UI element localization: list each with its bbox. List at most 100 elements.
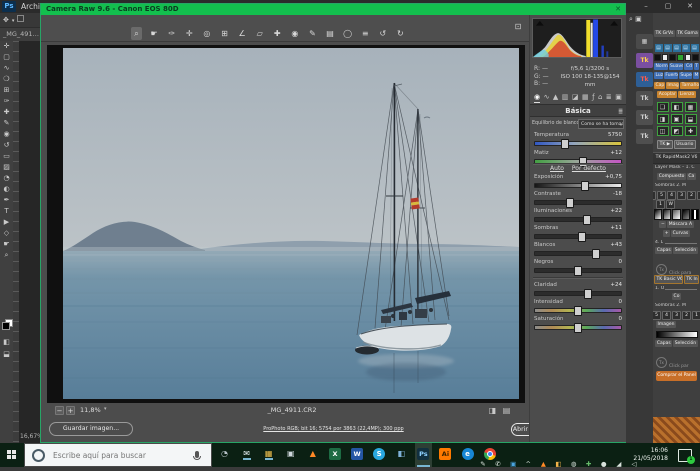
tk-blend-button[interactable]: Luz <box>654 72 663 79</box>
photoshop-tool-icon[interactable]: ✛ <box>0 41 13 52</box>
tk-basic-tab[interactable]: TK In <box>684 275 699 284</box>
tk-brush-icon[interactable] <box>669 54 676 61</box>
taskbar-app-icon[interactable]: ▦ <box>263 448 275 460</box>
photoshop-tool-icon[interactable]: ⊞ <box>0 85 13 96</box>
camera-raw-tool-icon[interactable]: ▱ <box>254 27 265 40</box>
dock-panel-icon[interactable]: ▦ <box>636 34 653 49</box>
zoom-out-button[interactable]: − <box>55 406 64 415</box>
quick-mask-icon[interactable]: ◧ <box>0 337 13 348</box>
tk-basic-slider[interactable] <box>665 289 697 290</box>
slider-track[interactable] <box>534 217 622 222</box>
taskbar-app-icon[interactable]: ✉ <box>241 448 253 460</box>
camera-raw-tool-icon[interactable]: ⌕ <box>131 27 142 40</box>
tk-user-button[interactable]: TK ▶ <box>657 140 673 149</box>
tk-grid-button[interactable]: ⬓ <box>685 114 697 124</box>
close-button[interactable]: ✕ <box>682 0 698 12</box>
photoshop-tool-icon[interactable]: ✚ <box>0 107 13 118</box>
camera-raw-tool-icon[interactable]: ◎ <box>201 27 212 40</box>
tk-blend-button[interactable]: Norm <box>654 63 668 70</box>
taskbar-app[interactable]: W <box>349 443 366 467</box>
taskbar-app[interactable]: ▦ <box>260 443 277 467</box>
photoshop-tool-icon[interactable]: ◇ <box>0 228 13 239</box>
photoshop-tool-icon[interactable]: ◐ <box>0 184 13 195</box>
tk-tab[interactable]: TK GrVs <box>654 30 675 37</box>
panel-tab-icon[interactable]: ◉ <box>534 91 540 103</box>
taskbar-search[interactable] <box>24 443 212 467</box>
panel-tab-icon[interactable]: ƒ <box>592 91 594 103</box>
camera-raw-tool-icon[interactable]: ⊞ <box>219 27 230 40</box>
dock-panel-icon[interactable]: Tk <box>636 91 653 106</box>
tk-basic-level-button[interactable]: 3 <box>672 311 681 320</box>
slider-track[interactable] <box>534 308 622 313</box>
tk-basic-level-button[interactable]: 2 <box>682 311 691 320</box>
slider-thumb[interactable] <box>592 249 600 259</box>
tk-extra-button[interactable]: W <box>666 200 675 209</box>
taskbar-app-icon[interactable]: e <box>462 448 474 460</box>
slider-track[interactable] <box>534 251 622 256</box>
tk-user-button[interactable]: Usuario <box>674 140 696 149</box>
default-link[interactable]: Por defecto <box>572 165 606 172</box>
dock-panel-icon[interactable]: Tk <box>636 53 653 68</box>
taskbar-app-icon[interactable]: S <box>373 448 385 460</box>
minimize-button[interactable]: – <box>638 0 654 12</box>
tk-mask-thumbnail[interactable] <box>672 209 680 220</box>
slider-track[interactable] <box>534 234 622 239</box>
tk-file-icon[interactable]: ▤ <box>664 44 672 52</box>
photoshop-tool-icon[interactable]: ▢ <box>0 52 13 63</box>
taskbar-app-icon[interactable]: W <box>351 448 363 460</box>
slider-track[interactable] <box>534 200 622 205</box>
tk-grid-button[interactable]: ◧ <box>671 102 683 112</box>
tk-image-button[interactable]: Imagen <box>656 321 676 328</box>
foreground-color-swatch[interactable] <box>2 322 10 330</box>
tk-brush-icon[interactable] <box>654 54 661 61</box>
taskbar-app[interactable]: ▲ <box>304 443 321 467</box>
document-tab[interactable]: _MG_491… <box>0 28 40 41</box>
photoshop-tool-icon[interactable]: ▨ <box>0 162 13 173</box>
tk-modify-button[interactable]: − <box>659 221 666 228</box>
fullscreen-toggle-icon[interactable]: ⊡ <box>512 21 524 33</box>
zoom-in-button[interactable]: + <box>66 406 75 415</box>
panel-tab-icon[interactable]: ≣ <box>606 91 612 103</box>
photoshop-tool-icon[interactable]: ⌕ <box>0 250 13 261</box>
tk-blend-button[interactable]: Cd <box>684 63 692 70</box>
taskbar-app[interactable]: Ai <box>437 443 454 467</box>
slider-track[interactable] <box>534 183 622 188</box>
taskbar-app-icon[interactable]: Ps <box>417 448 429 460</box>
photoshop-tool-icon[interactable]: ✎ <box>0 118 13 129</box>
photoshop-tool-icon[interactable]: ✑ <box>0 96 13 107</box>
tk-blend-button[interactable]: Fuerte <box>664 72 678 79</box>
tk-brush-icon[interactable] <box>662 54 669 61</box>
panel-tab-icon[interactable]: ▦ <box>582 91 589 103</box>
tk-action-button[interactable]: Tamaño <box>680 82 699 89</box>
tk-grid-button[interactable]: ❏ <box>657 102 669 112</box>
auto-link[interactable]: Auto <box>550 165 564 172</box>
start-button[interactable] <box>0 443 24 467</box>
tk-mask-level-button[interactable]: 2 <box>687 191 696 200</box>
taskbar-app[interactable]: X <box>326 443 343 467</box>
tk-action-button[interactable]: Acoplar <box>657 91 677 98</box>
tk-tab[interactable]: TK Gama <box>676 30 699 37</box>
slider-track[interactable] <box>534 325 622 330</box>
dock-panel-icon[interactable]: Tk <box>636 129 653 144</box>
tk-source-button[interactable]: Ca <box>687 173 696 180</box>
taskbar-app-icon[interactable]: X <box>329 448 341 460</box>
panel-tab-icon[interactable]: ▲ <box>553 91 558 103</box>
white-balance-select[interactable]: Como se ha tomado ▾ <box>578 119 624 129</box>
camera-raw-tool-icon[interactable]: ∠ <box>237 27 248 40</box>
photoshop-tool-icon[interactable]: ◉ <box>0 129 13 140</box>
camera-raw-tool-icon[interactable]: ✛ <box>184 27 195 40</box>
slider-thumb[interactable] <box>581 181 589 191</box>
slider-thumb[interactable] <box>561 139 569 149</box>
photo-sailboat[interactable] <box>63 48 519 399</box>
camera-raw-tool-icon[interactable]: ↻ <box>395 27 406 40</box>
tk-mask-thumbnail[interactable] <box>691 209 699 220</box>
maximize-button[interactable]: ▢ <box>660 0 676 12</box>
slider-thumb[interactable] <box>584 289 592 299</box>
tk-mask-level-button[interactable]: 4 <box>667 191 676 200</box>
tk-mask-thumbnail[interactable] <box>682 209 690 220</box>
preview-settings-icon[interactable]: ▤ <box>501 405 512 416</box>
photoshop-tool-icon[interactable]: T <box>0 206 13 217</box>
taskbar-app-icon[interactable]: ▣ <box>285 448 297 460</box>
camera-raw-tool-icon[interactable]: ◉ <box>289 27 300 40</box>
slider-thumb[interactable] <box>578 232 586 242</box>
